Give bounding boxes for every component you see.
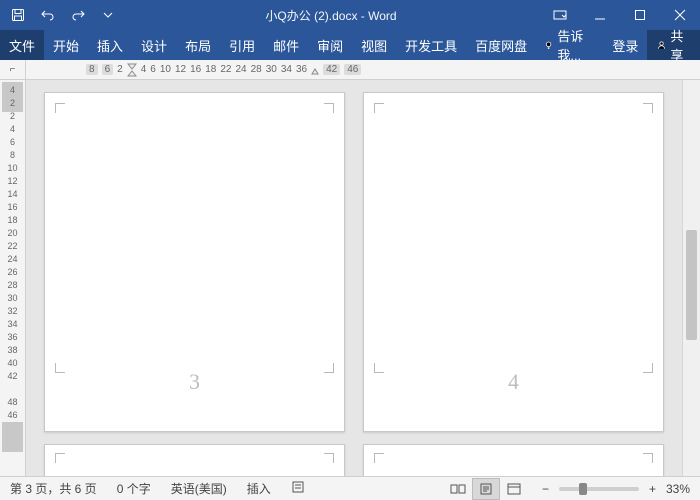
page-thumbnail[interactable]: 4	[363, 92, 664, 432]
horizontal-ruler[interactable]: 8 6 2 4 6 1012 1618 2224 2830 3436 42 46	[26, 60, 700, 79]
tab-developer[interactable]: 开发工具	[396, 30, 466, 60]
tab-review[interactable]: 审阅	[308, 30, 352, 60]
zoom-percent[interactable]: 33%	[666, 482, 690, 496]
ruler-corner: ⌐	[0, 60, 26, 79]
tab-design[interactable]: 设计	[132, 30, 176, 60]
track-changes-icon	[291, 480, 305, 494]
page-number: 4	[364, 369, 663, 395]
status-bar: 第 3 页，共 6 页 0 个字 英语(美国) 插入 − + 33%	[0, 476, 700, 500]
share-button[interactable]: 共享	[647, 30, 700, 60]
save-icon	[11, 8, 25, 22]
share-person-icon	[657, 39, 666, 51]
save-button[interactable]	[4, 2, 32, 28]
scrollbar-thumb[interactable]	[686, 230, 697, 340]
status-insert-mode[interactable]: 插入	[237, 480, 281, 497]
tab-references[interactable]: 引用	[220, 30, 264, 60]
zoom-slider[interactable]	[559, 487, 639, 491]
tell-me-search[interactable]: 告诉我...	[536, 30, 603, 60]
tab-view[interactable]: 视图	[352, 30, 396, 60]
tab-file[interactable]: 文件	[0, 30, 44, 60]
tab-home[interactable]: 开始	[44, 30, 88, 60]
lightbulb-icon	[544, 39, 553, 51]
ribbon-tabs: 文件 开始 插入 设计 布局 引用 邮件 审阅 视图 开发工具 百度网盘 告诉我…	[0, 30, 700, 60]
status-language[interactable]: 英语(美国)	[161, 480, 237, 497]
status-track-changes[interactable]	[281, 480, 315, 497]
view-read-mode[interactable]	[444, 478, 472, 500]
zoom-out-button[interactable]: −	[538, 482, 553, 496]
zoom-slider-handle[interactable]	[579, 483, 587, 495]
right-indent-marker-icon[interactable]	[311, 65, 319, 75]
tab-insert[interactable]: 插入	[88, 30, 132, 60]
close-icon	[674, 9, 686, 21]
undo-icon	[40, 8, 56, 22]
vertical-scrollbar[interactable]	[682, 80, 700, 476]
status-page[interactable]: 第 3 页，共 6 页	[0, 480, 107, 497]
view-web-layout[interactable]	[500, 478, 528, 500]
page-thumbnail[interactable]	[44, 444, 345, 476]
print-layout-icon	[479, 483, 493, 495]
page-thumbnail[interactable]	[363, 444, 664, 476]
tell-me-label: 告诉我...	[557, 26, 595, 64]
chevron-down-icon	[103, 10, 113, 20]
zoom-controls: − + 33%	[528, 482, 700, 496]
redo-button[interactable]	[64, 2, 92, 28]
document-canvas[interactable]: 3 4	[26, 80, 682, 476]
status-word-count[interactable]: 0 个字	[107, 480, 161, 497]
zoom-in-button[interactable]: +	[645, 482, 660, 496]
quick-access-toolbar	[0, 2, 122, 28]
share-label: 共享	[670, 26, 690, 64]
page-number: 3	[45, 369, 344, 395]
tab-layout[interactable]: 布局	[176, 30, 220, 60]
minimize-icon	[594, 9, 606, 21]
qat-customize-button[interactable]	[94, 2, 122, 28]
page-grid: 3 4	[26, 80, 682, 476]
web-layout-icon	[507, 483, 521, 495]
mid-row: 42 24 68 1012 1416 1820 2224 2628 3032 3…	[0, 80, 700, 476]
horizontal-ruler-row: ⌐ 8 6 2 4 6 1012 1618 2224 2830 3436 42 …	[0, 60, 700, 80]
read-mode-icon	[450, 483, 466, 495]
undo-button[interactable]	[34, 2, 62, 28]
vertical-ruler[interactable]: 42 24 68 1012 1416 1820 2224 2628 3032 3…	[0, 80, 26, 476]
ribbon-options-icon	[553, 9, 567, 21]
redo-icon	[70, 8, 86, 22]
maximize-button[interactable]	[620, 0, 660, 30]
login-button[interactable]: 登录	[603, 30, 647, 60]
maximize-icon	[634, 9, 646, 21]
workspace: ⌐ 8 6 2 4 6 1012 1618 2224 2830 3436 42 …	[0, 60, 700, 476]
view-print-layout[interactable]	[472, 478, 500, 500]
tab-baidu[interactable]: 百度网盘	[466, 30, 536, 60]
tab-mailings[interactable]: 邮件	[264, 30, 308, 60]
indent-marker-icon[interactable]	[127, 63, 137, 77]
page-thumbnail[interactable]: 3	[44, 92, 345, 432]
window-title: 小Q办公 (2).docx - Word	[122, 7, 540, 24]
